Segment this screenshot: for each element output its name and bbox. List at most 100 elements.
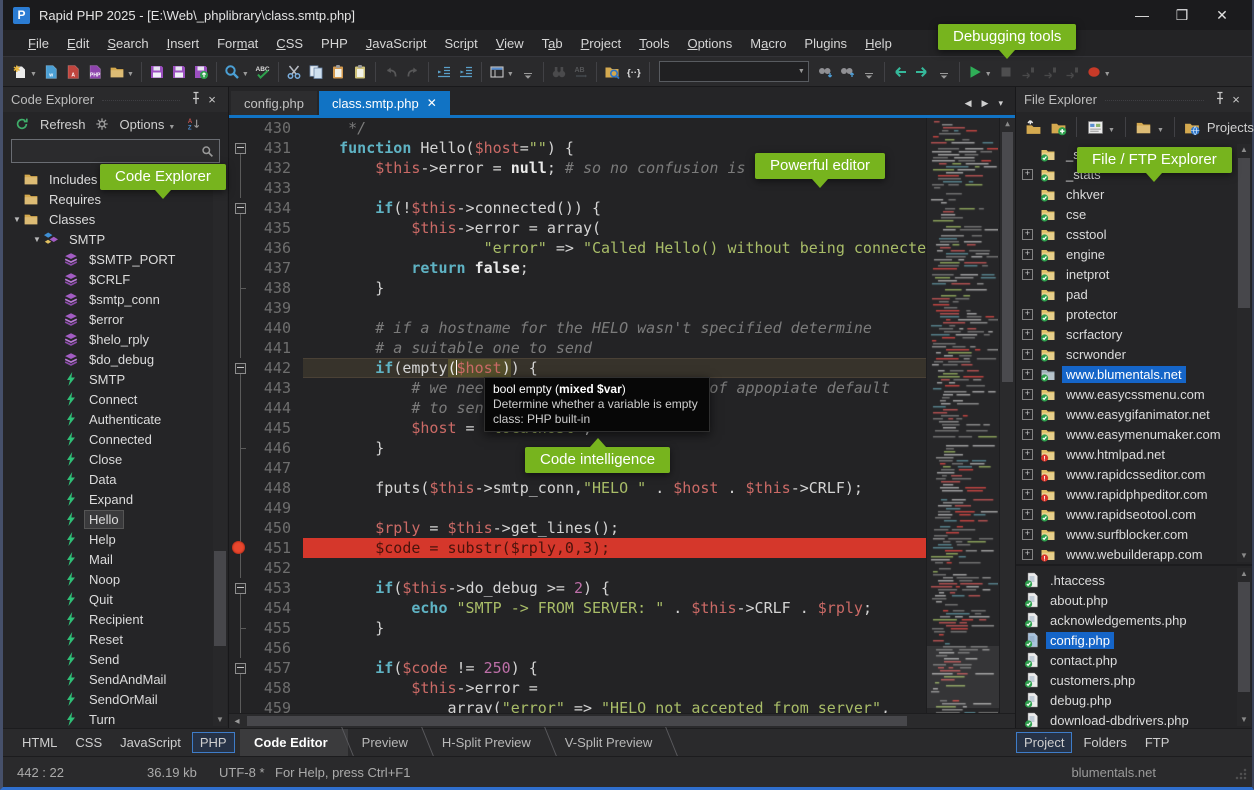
scroll-left-icon[interactable]: ◂ [229,716,245,727]
doc-type-tab-css[interactable]: CSS [68,733,109,752]
view-tab-h-split-preview[interactable]: H-Split Preview [428,729,551,756]
fold-gutter[interactable] [229,418,251,438]
tree-item-smtp[interactable]: ▼SMTP [3,229,228,249]
toolbar-button-panel-layout[interactable] [486,61,508,83]
tree-item-connected[interactable]: Connected [3,429,228,449]
menu-item-insert[interactable]: Insert [158,33,209,54]
toolbar-button-open-from-explorer[interactable] [601,61,623,83]
menu-item-tab[interactable]: Tab [533,33,572,54]
panel-tab-ftp[interactable]: FTP [1138,733,1177,752]
toolbar-button-find[interactable] [221,61,243,83]
toolbar-button-cut[interactable] [283,61,305,83]
chevron-down-icon[interactable]: ▼ [1104,71,1111,78]
file-item[interactable]: contact.php [1016,650,1252,670]
tab-scroll-left-icon[interactable]: ◀ [965,98,972,109]
menu-item-view[interactable]: View [487,33,533,54]
expand-plus-icon[interactable]: + [1022,409,1033,420]
doc-type-tab-html[interactable]: HTML [15,733,64,752]
fold-gutter[interactable] [229,618,251,638]
folder-item[interactable]: +!www.htmlpad.net [1016,444,1252,464]
tree-item-authenticate[interactable]: Authenticate [3,409,228,429]
maximize-button[interactable]: ❒ [1162,7,1202,24]
toolbar-button-run[interactable] [964,61,986,83]
tree-item-helo_rply[interactable]: $helo_rply [3,329,228,349]
menu-item-javascript[interactable]: JavaScript [357,33,436,54]
pin-icon[interactable] [1212,90,1228,109]
folder-item[interactable]: +www.easycssmenu.com [1016,384,1252,404]
expand-plus-icon[interactable]: + [1022,489,1033,500]
fold-gutter[interactable] [229,118,251,138]
scroll-up-icon[interactable]: ▲ [1000,118,1015,130]
folder-item[interactable]: +!www.rapidcsseditor.com [1016,464,1252,484]
chevron-down-icon[interactable]: ▼ [30,71,37,78]
fold-gutter[interactable] [229,198,251,218]
fold-gutter[interactable] [229,578,251,598]
fold-gutter[interactable] [229,698,251,713]
breakpoint-icon[interactable] [232,541,245,554]
toolbar-button-new-style-sheet[interactable]: A [62,61,84,83]
expand-plus-icon[interactable]: + [1022,309,1033,320]
scrollbar-thumb[interactable] [1238,158,1250,308]
expand-plus-icon[interactable]: + [1022,429,1033,440]
expand-plus-icon[interactable]: + [1022,249,1033,260]
fold-gutter[interactable] [229,278,251,298]
menu-item-php[interactable]: PHP [312,33,357,54]
projects-icon[interactable] [1182,116,1204,138]
expand-plus-icon[interactable]: + [1022,449,1033,460]
fold-gutter[interactable] [229,518,251,538]
fold-collapse-icon[interactable] [235,583,246,594]
chevron-down-icon[interactable]: ▼ [1108,127,1115,134]
tab-scroll-right-icon[interactable]: ▶ [982,98,989,109]
tree-item-smtp_conn[interactable]: $smtp_conn [3,289,228,309]
fold-gutter[interactable] [229,398,251,418]
menu-item-css[interactable]: CSS [267,33,312,54]
toolbar-button-record-macro[interactable] [1083,61,1105,83]
toolbar-button-decrease-indent[interactable] [433,61,455,83]
folder-item[interactable]: +!www.rapidphpeditor.com [1016,484,1252,504]
folder-item[interactable]: +www.blumentals.net [1016,364,1252,384]
fold-gutter[interactable] [229,598,251,618]
fold-gutter[interactable] [229,438,251,458]
editor-tab-config.php[interactable]: config.php [231,91,317,115]
fold-collapse-icon[interactable] [235,363,246,374]
menu-item-search[interactable]: Search [98,33,157,54]
toolbar-button-save-and-upload[interactable] [190,61,212,83]
folder-item[interactable]: +protector [1016,304,1252,324]
toolbar-button-increase-indent[interactable] [455,61,477,83]
panel-tab-folders[interactable]: Folders [1076,733,1133,752]
tree-item-recipient[interactable]: Recipient [3,609,228,629]
tree-item-turn[interactable]: Turn [3,709,228,728]
file-item[interactable]: config.php [1016,630,1252,650]
tree-expand-icon[interactable]: ▼ [11,215,23,224]
close-panel-icon[interactable]: × [1228,92,1244,107]
refresh-icon[interactable] [11,113,33,135]
fold-gutter[interactable] [229,338,251,358]
folder-item[interactable]: +inetprot [1016,264,1252,284]
chevron-down-icon[interactable]: ▼ [1157,127,1164,134]
tree-item-close[interactable]: Close [3,449,228,469]
gear-icon[interactable] [91,113,113,135]
fold-collapse-icon[interactable] [235,203,246,214]
fold-gutter[interactable] [229,158,251,178]
scroll-down-icon[interactable]: ▼ [213,714,227,726]
editor-tab-class.smtp.php[interactable]: class.smtp.php✕ [319,91,450,115]
minimize-button[interactable]: — [1122,7,1162,24]
tree-item-hello[interactable]: Hello [3,509,228,529]
tree-item-expand[interactable]: Expand [3,489,228,509]
file-item[interactable]: download-dbdrivers.php [1016,710,1252,728]
folder-item[interactable]: chkver [1016,184,1252,204]
tree-item-smtp_port[interactable]: $SMTP_PORT [3,249,228,269]
fold-gutter[interactable] [229,218,251,238]
chevron-down-icon[interactable]: ▼ [127,71,134,78]
file-item[interactable]: .htaccess [1016,570,1252,590]
tree-item-do_debug[interactable]: $do_debug [3,349,228,369]
tree-item-smtp[interactable]: SMTP [3,369,228,389]
tree-item-mail[interactable]: Mail [3,549,228,569]
tree-item-classes[interactable]: ▼Classes [3,209,228,229]
file-item[interactable]: debug.php [1016,690,1252,710]
toolbar-button-new-php-script[interactable]: PHP [84,61,106,83]
scrollbar-thumb[interactable] [214,551,226,646]
close-panel-icon[interactable]: × [204,92,220,107]
toolbar-button-open-file[interactable] [106,61,128,83]
menu-item-edit[interactable]: Edit [58,33,98,54]
